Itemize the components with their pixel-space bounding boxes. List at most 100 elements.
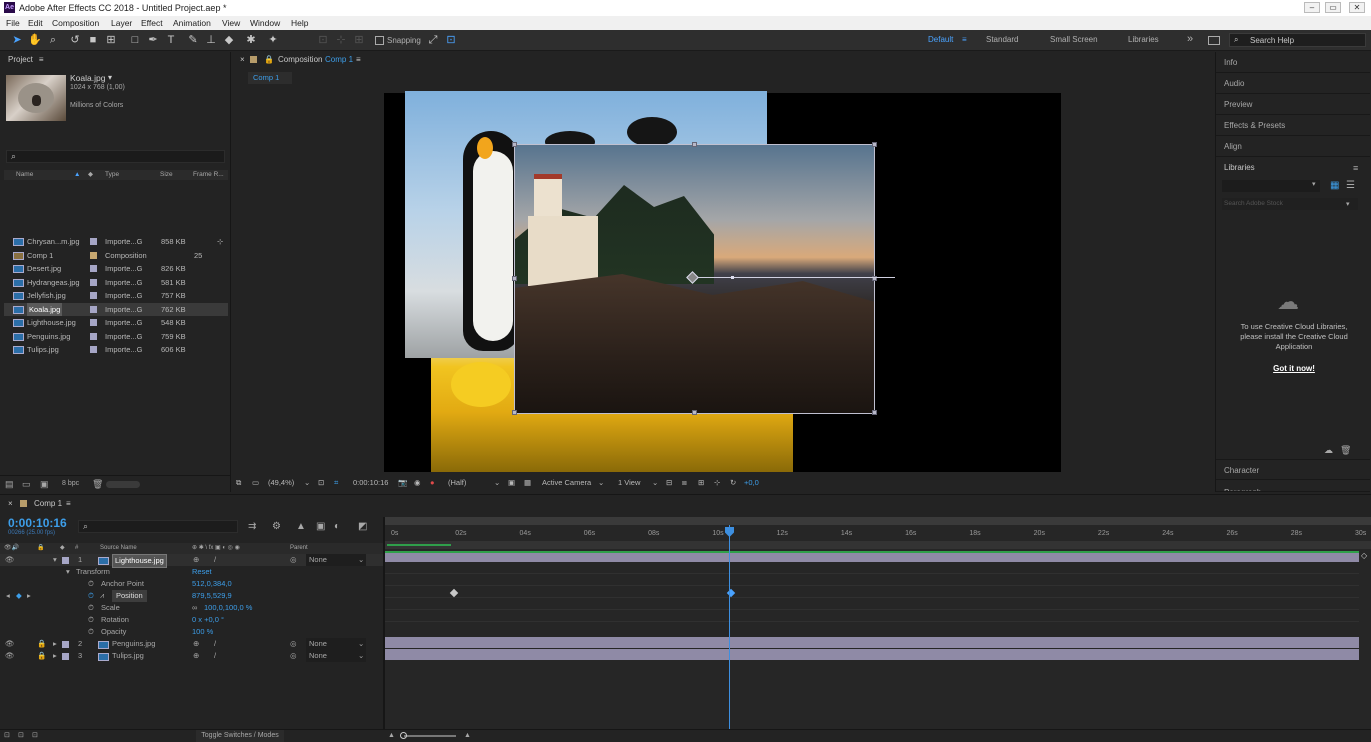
paragraph-panel-tab[interactable]: Paragraph (1216, 482, 1370, 492)
anchor-switch-icon[interactable]: ⊕ (193, 638, 199, 650)
viewer-timecode[interactable]: 0:00:10:16 (353, 474, 388, 492)
camera-tool-icon[interactable]: ■ (86, 33, 100, 47)
viewer-area[interactable] (232, 88, 1214, 472)
maximize-button[interactable]: ▭ (1325, 2, 1341, 13)
transform-property-row[interactable]: ◂ ◆ ▸ ⏱ ⩘ Position 879,5,529,9 (0, 590, 383, 602)
workspace-default[interactable]: Default (928, 35, 953, 44)
menu-layer[interactable]: Layer (111, 18, 132, 28)
project-item-row[interactable]: Chrysan...m.jpg Importe...G 858 KB ⊹ (4, 235, 228, 248)
pen-tool-icon[interactable]: ✒ (146, 33, 160, 47)
timeline-zoom-slider[interactable] (404, 735, 456, 737)
local-axis-icon[interactable]: ⊡ (316, 33, 330, 47)
current-time-display[interactable]: 0:00:10:16 (8, 516, 67, 530)
add-keyframe-icon[interactable]: ◆ (16, 590, 22, 602)
av-features-icon[interactable]: 👁🔊 (4, 543, 19, 554)
audio-panel-tab[interactable]: Audio (1216, 73, 1370, 94)
dropdown-arrow-icon[interactable]: ⌄ (494, 474, 500, 492)
dropdown-arrow-icon[interactable]: ⌄ (304, 474, 310, 492)
rectangle-tool-icon[interactable]: □ (128, 33, 142, 47)
transform-property-row[interactable]: ⏱ Opacity 100 % (0, 626, 383, 638)
anchor-switch-icon[interactable]: ⊕ (193, 650, 199, 662)
comp-subtab[interactable]: Comp 1 (248, 72, 292, 84)
label-column-icon[interactable]: ◆ (88, 170, 93, 180)
property-value[interactable]: 879,5,529,9 (192, 590, 232, 602)
dropdown-arrow-icon[interactable]: ⌄ (652, 474, 658, 492)
transparency-grid-icon[interactable]: ▦ (524, 474, 531, 492)
close-tab-icon[interactable]: × (8, 495, 13, 513)
timeline-search-input[interactable]: ⌕ (78, 520, 238, 533)
frame-blending-icon[interactable]: ▣ (316, 521, 325, 532)
composition-tab-name[interactable]: Comp 1 (325, 52, 353, 68)
selection-tool-icon[interactable]: ➤ (10, 33, 24, 47)
label-color-swatch[interactable] (90, 346, 97, 353)
timeline-layer-row[interactable]: 👁 🔒 ▸ 2 Penguins.jpg ⊕ / ◎ None ⌄ (0, 638, 383, 650)
project-item-row[interactable]: Comp 1 Composition 25 (4, 249, 228, 262)
eraser-tool-icon[interactable]: ◆ (222, 33, 236, 47)
label-column-icon[interactable]: ◆ (60, 543, 65, 554)
transform-handle[interactable] (692, 142, 697, 147)
type-tool-icon[interactable]: T (164, 33, 178, 47)
motion-path-keyframe[interactable] (731, 276, 734, 279)
interpret-footage-icon[interactable]: ▤ (5, 479, 14, 490)
reset-exposure-icon[interactable]: ↻ (730, 474, 736, 492)
label-color-swatch[interactable] (90, 319, 97, 326)
label-color-swatch[interactable] (90, 251, 97, 259)
quality-switch-icon[interactable]: / (214, 650, 216, 662)
toggle-pixel-aspect-icon[interactable]: ⊟ (666, 474, 672, 492)
motion-blur-icon[interactable]: ◐ (334, 521, 340, 532)
list-view-icon[interactable]: ☰ (1346, 180, 1355, 191)
menu-file[interactable]: File (6, 18, 20, 28)
snap-features-icon[interactable]: ⊡ (444, 33, 458, 47)
stopwatch-icon[interactable]: ⏱ (88, 626, 94, 638)
bit-depth-button[interactable]: 8 bpc (62, 480, 79, 487)
column-frame-rate[interactable]: Frame R... (193, 170, 224, 180)
brush-tool-icon[interactable]: ✎ (186, 33, 200, 47)
close-tab-icon[interactable]: × (240, 52, 245, 68)
sort-ascending-icon[interactable]: ▲ (74, 170, 80, 180)
minimize-button[interactable]: – (1304, 2, 1320, 13)
tulips-layer-bar[interactable] (385, 649, 1359, 660)
cc-sync-icon[interactable]: ☁ (1324, 445, 1333, 456)
property-value[interactable]: 100,0,100,0 % (204, 602, 252, 614)
graph-editor-icon[interactable]: ◩ (358, 521, 367, 532)
toggle-switches-modes-button[interactable]: Toggle Switches / Modes (196, 730, 284, 742)
property-value[interactable]: 512,0,384,0 (192, 578, 232, 590)
project-search-input[interactable]: ⌕ (6, 150, 225, 163)
visibility-eye-icon[interactable]: 👁 (5, 554, 15, 566)
number-column-icon[interactable]: # (75, 543, 78, 554)
dropdown-arrow-icon[interactable]: ▾ (1346, 200, 1350, 208)
transform-handle[interactable] (872, 410, 877, 415)
label-color-swatch[interactable] (90, 238, 97, 245)
view-layout-dropdown[interactable]: 1 View (618, 474, 640, 492)
dropdown-arrow-icon[interactable]: ⌄ (358, 554, 364, 566)
next-keyframe-icon[interactable]: ▸ (27, 590, 31, 602)
label-color-swatch[interactable] (90, 265, 97, 272)
project-item-row[interactable]: Tulips.jpg Importe...G 606 KB (4, 343, 228, 356)
panel-menu-icon[interactable]: ≡ (66, 495, 71, 513)
zoom-out-icon[interactable]: ▲ (388, 730, 395, 742)
label-color-swatch[interactable] (90, 278, 97, 286)
zoom-tool-icon[interactable]: ⌕ (46, 33, 60, 47)
exposure-value[interactable]: +0,0 (744, 474, 759, 492)
workspace-menu-icon[interactable]: ≡ (962, 35, 967, 44)
camera-view-dropdown[interactable]: Active Camera (542, 474, 591, 492)
timeline-icon[interactable]: ⊞ (698, 474, 704, 492)
quality-switch-icon[interactable]: / (214, 554, 216, 566)
expand-twirl-icon[interactable]: ▾ (53, 554, 57, 566)
label-color-swatch[interactable] (90, 292, 97, 299)
penguins-layer-bar[interactable] (385, 637, 1359, 648)
fast-previews-icon[interactable]: ⧈ (682, 474, 687, 492)
world-axis-icon[interactable]: ⊹ (334, 33, 348, 47)
graph-icon[interactable]: ⩘ (100, 590, 104, 602)
project-item-row[interactable]: Lighthouse.jpg Importe...G 548 KB (4, 316, 228, 329)
layer-label-swatch[interactable] (62, 641, 69, 648)
expand-layer-switches-icon[interactable]: ⊡ (4, 730, 10, 742)
stopwatch-icon[interactable]: ⏱ (88, 614, 94, 626)
transform-property-row[interactable]: ⏱ Scale ∞ 100,0,100,0 % (0, 602, 383, 614)
layer-name[interactable]: Penguins.jpg (112, 638, 155, 650)
expand-twirl-icon[interactable]: ▸ (53, 650, 57, 662)
snapshot-camera-icon[interactable]: 📷 (398, 474, 407, 492)
show-snapshot-icon[interactable]: ◉ (414, 474, 421, 492)
trash-icon[interactable]: 🗑 (1340, 445, 1351, 456)
align-panel-tab[interactable]: Align (1216, 136, 1370, 157)
